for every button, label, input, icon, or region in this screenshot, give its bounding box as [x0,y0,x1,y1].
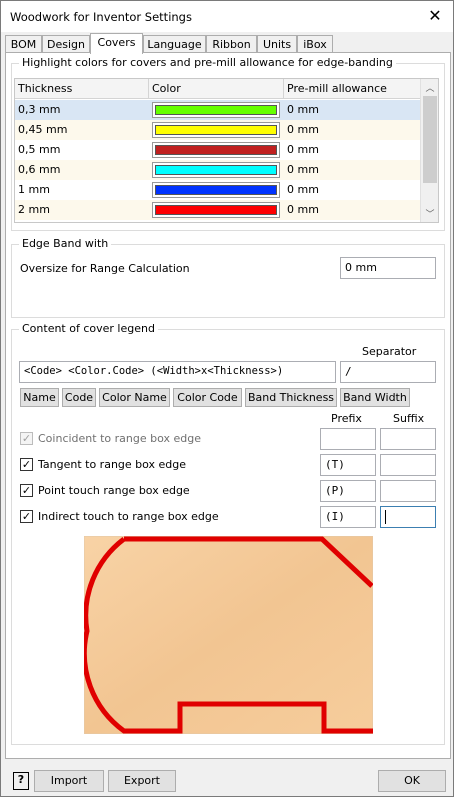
thickness-cell[interactable]: 0,3 mm [18,103,60,116]
color-fill [155,205,277,215]
allowance-cell[interactable]: 0 mm [287,143,319,156]
option-label: Tangent to range box edge [38,458,187,471]
legend-format-input[interactable]: <Code> <Color.Code> (<Width>x<Thickness>… [19,361,336,383]
column-header-allowance[interactable]: Pre-mill allowance [284,79,421,99]
table-scrollbar[interactable]: ︿ ﹀ [420,79,438,222]
suffix-label: Suffix [393,412,425,425]
tab-units[interactable]: Units [257,35,297,53]
option-checkbox[interactable]: ✓ [20,458,33,471]
prefix-input[interactable] [320,428,376,450]
thickness-color-table: Thickness Color Pre-mill allowance 0,3 m… [14,78,439,223]
insert-band-thickness-button[interactable]: Band Thickness [245,388,337,407]
tab-bom[interactable]: BOM [5,35,42,53]
color-fill [155,165,277,175]
suffix-input[interactable] [380,454,436,476]
color-fill [155,185,277,195]
prefix-input[interactable]: (P) [320,480,376,502]
suffix-input[interactable] [380,506,436,528]
import-button[interactable]: Import [34,770,104,792]
edgeband-group-title: Edge Band with [19,237,112,250]
option-checkbox[interactable]: ✓ [20,484,33,497]
table-row[interactable]: 0,3 mm 0 mm [15,100,421,120]
highlight-group-title: Highlight colors for covers and pre-mill… [19,56,396,69]
tab-ibox[interactable]: iBox [297,35,333,53]
table-row[interactable]: 1 mm 0 mm [15,180,421,200]
legend-group-title: Content of cover legend [19,322,158,335]
thickness-cell[interactable]: 0,5 mm [18,143,60,156]
option-label: Coincident to range box edge [38,432,201,445]
legend-option-row: ✓ Point touch range box edge [20,483,310,499]
legend-option-row: ✓ Tangent to range box edge [20,457,310,473]
close-icon[interactable]: ✕ [427,6,443,25]
color-fill [155,125,277,135]
option-checkbox: ✓ [20,432,33,445]
thickness-cell[interactable]: 2 mm [18,203,50,216]
insert-name-button[interactable]: Name [20,388,59,407]
color-fill [155,145,277,155]
allowance-cell[interactable]: 0 mm [287,183,319,196]
table-row[interactable]: 2 mm 0 mm [15,200,421,220]
title-bar: Woodwork for Inventor Settings ✕ [1,1,453,32]
text-caret [385,510,386,524]
color-fill [155,105,277,115]
allowance-cell[interactable]: 0 mm [287,163,319,176]
edge-preview-image [84,536,373,734]
prefix-label: Prefix [331,412,362,425]
allowance-cell[interactable]: 0 mm [287,203,319,216]
column-header-color[interactable]: Color [149,79,284,99]
edgeband-group: Edge Band with [11,237,445,318]
column-header-thickness[interactable]: Thickness [15,79,149,99]
ok-button[interactable]: OK [378,770,446,792]
insert-band-width-button[interactable]: Band Width [340,388,410,407]
scroll-down-icon[interactable]: ﹀ [421,207,438,222]
thickness-cell[interactable]: 0,6 mm [18,163,60,176]
tab-design[interactable]: Design [42,35,90,53]
tab-language[interactable]: Language [143,35,206,53]
help-icon[interactable]: ? [13,772,29,790]
allowance-cell[interactable]: 0 mm [287,123,319,136]
tab-strip: BOM Design Covers Language Ribbon Units … [5,33,451,54]
table-row[interactable]: 0,6 mm 0 mm [15,160,421,180]
option-label: Indirect touch to range box edge [38,510,219,523]
export-button[interactable]: Export [108,770,176,792]
legend-option-row: ✓ Coincident to range box edge [20,431,310,447]
insert-code-button[interactable]: Code [62,388,96,407]
table-row[interactable] [15,220,421,223]
insert-color-code-button[interactable]: Color Code [173,388,242,407]
color-swatch[interactable] [152,182,280,198]
separator-input[interactable]: / [340,361,436,383]
table-row[interactable]: 0,5 mm 0 mm [15,140,421,160]
prefix-input[interactable]: (I) [320,506,376,528]
color-swatch[interactable] [152,142,280,158]
option-checkbox[interactable]: ✓ [20,510,33,523]
color-swatch[interactable] [152,202,280,218]
color-swatch[interactable] [152,222,280,223]
thickness-cell[interactable]: 1 mm [18,183,50,196]
allowance-cell[interactable]: 0 mm [287,103,319,116]
oversize-input[interactable]: 0 mm [340,257,436,279]
scroll-thumb[interactable] [423,96,437,183]
color-swatch[interactable] [152,122,280,138]
table-row[interactable]: 0,45 mm 0 mm [15,120,421,140]
tab-covers[interactable]: Covers [90,33,143,54]
option-label: Point touch range box edge [38,484,190,497]
insert-color-name-button[interactable]: Color Name [99,388,170,407]
color-swatch[interactable] [152,162,280,178]
prefix-input[interactable]: (T) [320,454,376,476]
tab-ribbon[interactable]: Ribbon [206,35,257,53]
window-title: Woodwork for Inventor Settings [10,10,192,24]
settings-window: Woodwork for Inventor Settings ✕ BOM Des… [0,0,454,797]
thickness-cell[interactable]: 0,45 mm [18,123,67,136]
legend-option-row: ✓ Indirect touch to range box edge [20,509,310,525]
suffix-input[interactable] [380,480,436,502]
color-swatch[interactable] [152,102,280,118]
separator-label: Separator [362,345,417,358]
suffix-input[interactable] [380,428,436,450]
table-header: Thickness Color Pre-mill allowance [15,79,421,99]
oversize-label: Oversize for Range Calculation [20,262,190,275]
